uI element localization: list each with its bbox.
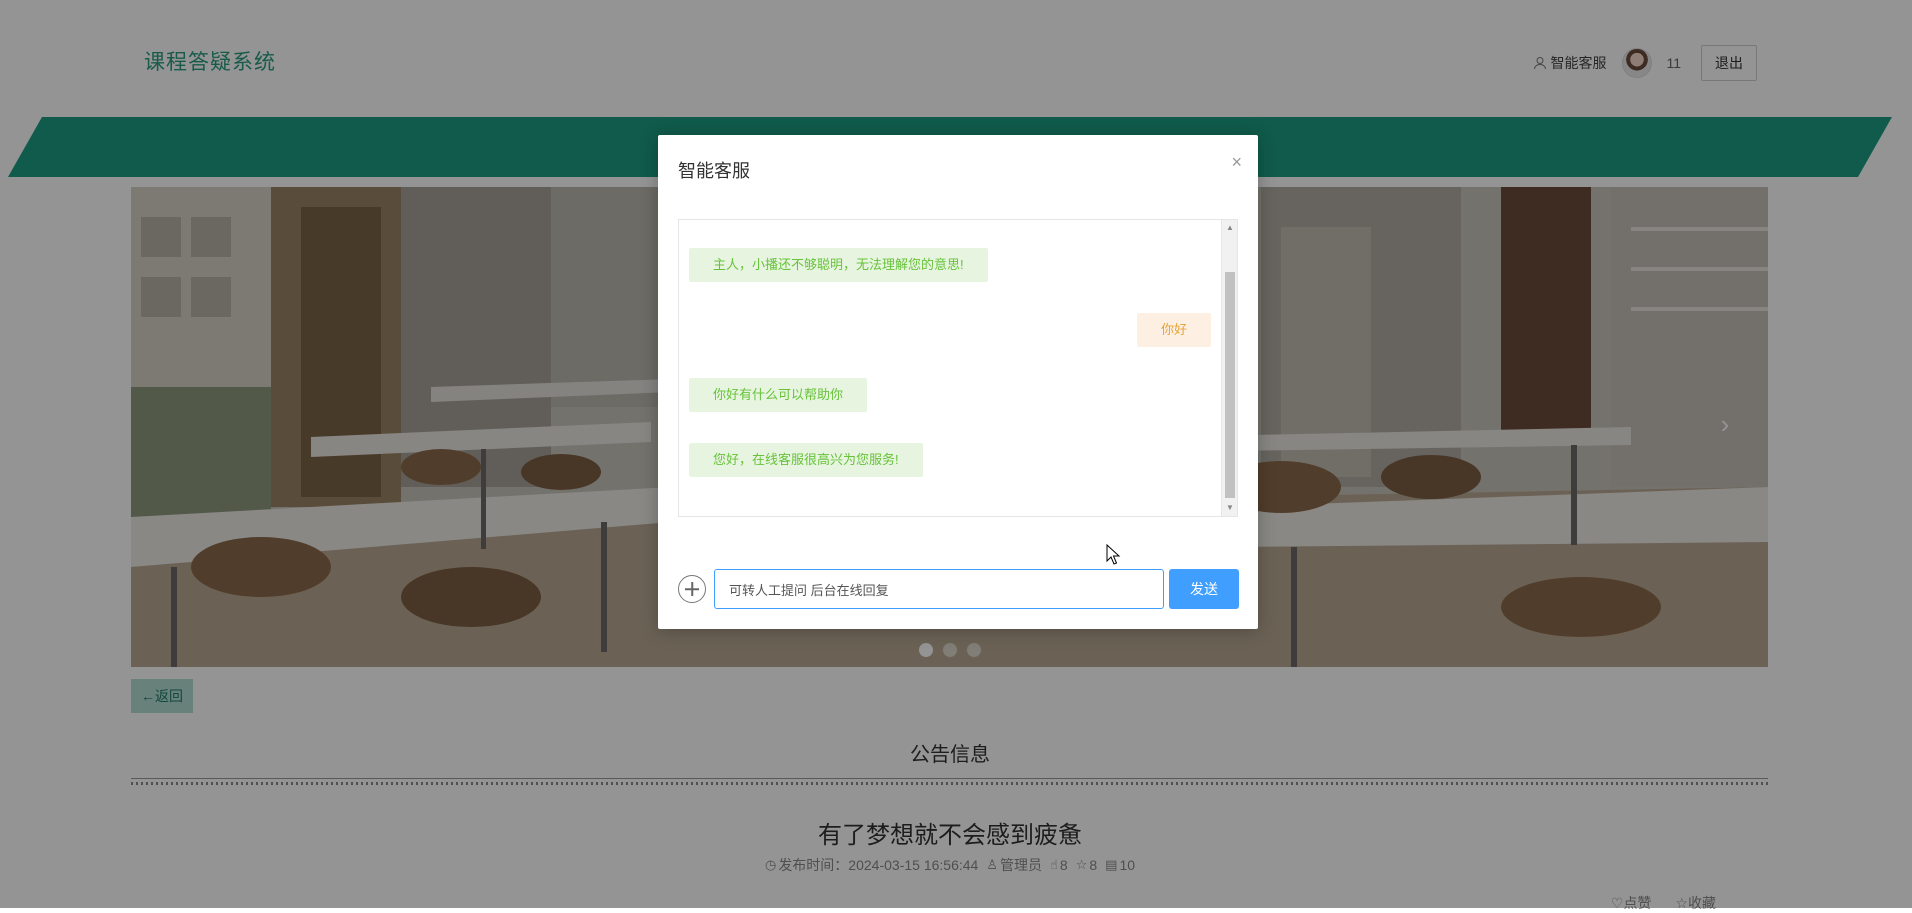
add-attachment-icon[interactable] — [678, 575, 706, 603]
chat-message-bot: 你好有什么可以帮助你 — [689, 378, 868, 412]
chat-messages: 主人，小播还不够聪明，无法理解您的意思! 你好 你好有什么可以帮助你 您好，在线… — [679, 220, 1221, 516]
dialog-title: 智能客服 — [678, 161, 750, 181]
chat-message-bot: 您好，在线客服很高兴为您服务! — [689, 443, 923, 477]
scrollbar-thumb[interactable] — [1225, 272, 1235, 498]
close-icon[interactable]: × — [1231, 153, 1242, 171]
scroll-up-arrow-icon[interactable]: ▲ — [1222, 220, 1237, 236]
chat-message-user: 你好 — [1136, 313, 1211, 347]
chat-input-row: 发送 — [678, 569, 1239, 609]
mouse-cursor-icon — [1106, 544, 1121, 565]
chat-scrollbar[interactable]: ▲ ▼ — [1221, 220, 1237, 516]
smart-service-dialog: 智能客服 × 主人，小播还不够聪明，无法理解您的意思! 你好 你好有什么可以帮助… — [658, 135, 1258, 629]
chat-input[interactable] — [714, 569, 1164, 609]
send-button[interactable]: 发送 — [1169, 569, 1239, 609]
chat-message-bot: 主人，小播还不够聪明，无法理解您的意思! — [689, 248, 988, 282]
chat-history[interactable]: 主人，小播还不够聪明，无法理解您的意思! 你好 你好有什么可以帮助你 您好，在线… — [678, 219, 1238, 517]
scroll-down-arrow-icon[interactable]: ▼ — [1222, 500, 1237, 516]
